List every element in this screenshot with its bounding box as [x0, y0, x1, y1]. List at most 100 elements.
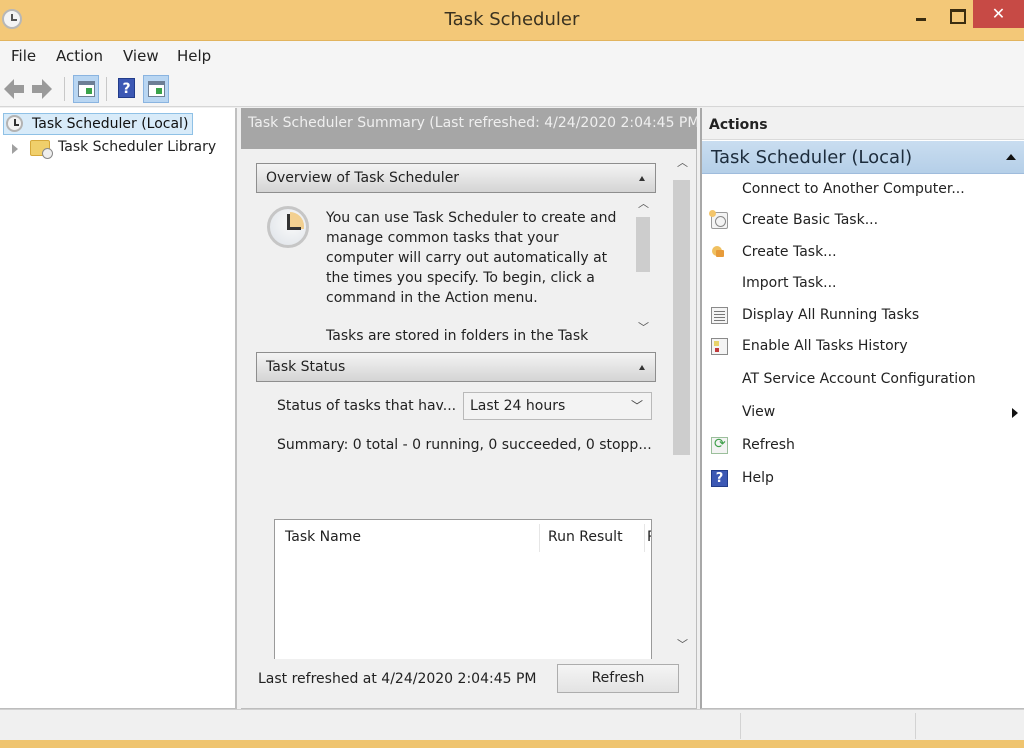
tree-item-task-scheduler-local[interactable]: Task Scheduler (Local) [3, 113, 193, 135]
action-refresh[interactable]: Refresh [702, 431, 1024, 461]
action-label: Enable All Tasks History [742, 338, 908, 354]
overview-scrollbar[interactable]: ︿ ﹀ [634, 195, 652, 340]
status-bar-divider [740, 713, 741, 739]
window-bottom-border [0, 740, 1024, 748]
scrollbar-thumb[interactable] [636, 217, 650, 272]
status-bar-divider [915, 713, 916, 739]
actions-group-title: Task Scheduler (Local) [711, 147, 913, 168]
folder-clock-icon [30, 140, 53, 159]
menu-action[interactable]: Action [56, 47, 103, 65]
action-create-basic-task[interactable]: Create Basic Task... [702, 206, 1024, 236]
task-status-section-header[interactable]: Task Status [256, 352, 656, 382]
maximize-button[interactable] [941, 0, 971, 28]
help-button[interactable]: ? [114, 75, 140, 103]
window-title: Task Scheduler [444, 9, 580, 30]
toolbar: ? [0, 71, 1024, 107]
task-status-table: Task Name Run Result R [274, 519, 652, 659]
title-bar: Task Scheduler ✕ [0, 0, 1024, 41]
minimize-button[interactable] [906, 0, 936, 28]
column-header-task-name[interactable]: Task Name [285, 529, 361, 545]
action-create-task[interactable]: Create Task... [702, 238, 1024, 268]
summary-header: Task Scheduler Summary (Last refreshed: … [241, 108, 705, 149]
actions-header: Actions [702, 108, 1024, 140]
overview-section-header[interactable]: Overview of Task Scheduler [256, 163, 656, 193]
task-scheduler-clock-icon [267, 206, 309, 248]
back-button[interactable] [4, 75, 30, 103]
summary-pane: Task Scheduler Summary (Last refreshed: … [241, 108, 705, 709]
running-tasks-icon [711, 307, 728, 324]
summary-scrollbar[interactable]: ︿ ﹀ [671, 150, 693, 706]
actions-pane: Actions Task Scheduler (Local) Connect t… [700, 108, 1024, 709]
scroll-up-icon[interactable]: ︿ [638, 198, 649, 209]
menu-bar: File Action View Help [0, 41, 1024, 71]
overview-body: You can use Task Scheduler to create and… [256, 195, 656, 340]
action-import-task[interactable]: Import Task... [702, 269, 1024, 299]
action-label: AT Service Account Configuration [742, 371, 976, 387]
overview-section-title: Overview of Task Scheduler [266, 170, 460, 186]
column-header-r[interactable]: R [647, 529, 651, 545]
arrow-left-icon [4, 79, 24, 99]
summary-header-text: Task Scheduler Summary (Last refreshed: … [248, 115, 705, 131]
refresh-button[interactable]: Refresh [557, 664, 679, 693]
help-icon: ? [711, 470, 728, 487]
console-tree: Task Scheduler (Local) Task Scheduler Li… [0, 108, 237, 709]
action-label: View [742, 404, 776, 420]
toolbar-separator [64, 77, 65, 101]
collapse-caret-icon[interactable] [639, 365, 645, 370]
tasks-history-icon [711, 338, 728, 355]
action-label: Help [742, 470, 774, 486]
status-summary: Summary: 0 total - 0 running, 0 succeede… [277, 437, 652, 453]
refresh-icon [711, 436, 728, 454]
action-label: Display All Running Tasks [742, 307, 920, 323]
status-period-value: Last 24 hours [470, 398, 566, 414]
tree-item-task-scheduler-library[interactable]: Task Scheduler Library [10, 138, 230, 160]
show-hide-console-tree-button[interactable] [73, 75, 99, 103]
status-period-dropdown[interactable]: Last 24 hours ﹀ [463, 392, 652, 420]
create-basic-task-icon [709, 210, 728, 229]
last-refreshed-text: Last refreshed at 4/24/2020 2:04:45 PM [258, 671, 537, 687]
actions-group-task-scheduler-local[interactable]: Task Scheduler (Local) [702, 141, 1024, 174]
action-label: Create Basic Task... [742, 212, 879, 228]
action-view[interactable]: View [702, 398, 1024, 428]
expand-arrow-icon[interactable] [12, 144, 18, 154]
show-hide-action-pane-button[interactable] [143, 75, 169, 103]
action-label: Import Task... [742, 275, 837, 291]
close-button[interactable]: ✕ [973, 0, 1024, 28]
scroll-down-icon[interactable]: ﹀ [638, 322, 649, 333]
column-divider[interactable] [644, 524, 645, 552]
scroll-down-icon[interactable]: ﹀ [677, 639, 688, 650]
menu-view[interactable]: View [123, 47, 159, 65]
overview-text: You can use Task Scheduler to create and… [326, 208, 626, 340]
arrow-right-icon [32, 79, 52, 99]
action-enable-all-tasks-history[interactable]: Enable All Tasks History [702, 332, 1024, 362]
column-divider[interactable] [539, 524, 540, 552]
action-help[interactable]: ? Help [702, 464, 1024, 494]
scrollbar-thumb[interactable] [673, 180, 690, 455]
create-task-icon [711, 244, 728, 261]
action-label: Create Task... [742, 244, 837, 260]
tree-item-label: Task Scheduler (Local) [32, 116, 189, 132]
tree-item-label: Task Scheduler Library [58, 139, 217, 155]
actions-header-text: Actions [709, 117, 768, 133]
console-tree-icon [78, 81, 95, 97]
action-at-service-account-configuration[interactable]: AT Service Account Configuration [702, 365, 1024, 395]
chevron-down-icon: ﹀ [630, 399, 643, 413]
action-connect-to-another-computer[interactable]: Connect to Another Computer... [702, 175, 1024, 205]
action-label: Refresh [742, 437, 795, 453]
help-icon: ? [118, 78, 135, 98]
column-header-run-result[interactable]: Run Result [548, 529, 623, 545]
menu-file[interactable]: File [11, 47, 36, 65]
forward-button[interactable] [32, 75, 58, 103]
collapse-caret-icon[interactable] [639, 176, 645, 181]
overview-paragraph: Tasks are stored in folders in the Task … [326, 328, 589, 340]
status-filter-label: Status of tasks that hav... [277, 398, 457, 414]
menu-help[interactable]: Help [177, 47, 211, 65]
overview-paragraph: You can use Task Scheduler to create and… [326, 210, 617, 306]
collapse-caret-icon[interactable] [1006, 154, 1016, 160]
action-display-all-running-tasks[interactable]: Display All Running Tasks [702, 301, 1024, 331]
submenu-arrow-icon [1012, 408, 1018, 418]
scroll-up-icon[interactable]: ︿ [677, 157, 688, 168]
status-bar [0, 709, 1024, 740]
clock-icon [6, 115, 23, 132]
action-pane-icon [148, 81, 165, 97]
